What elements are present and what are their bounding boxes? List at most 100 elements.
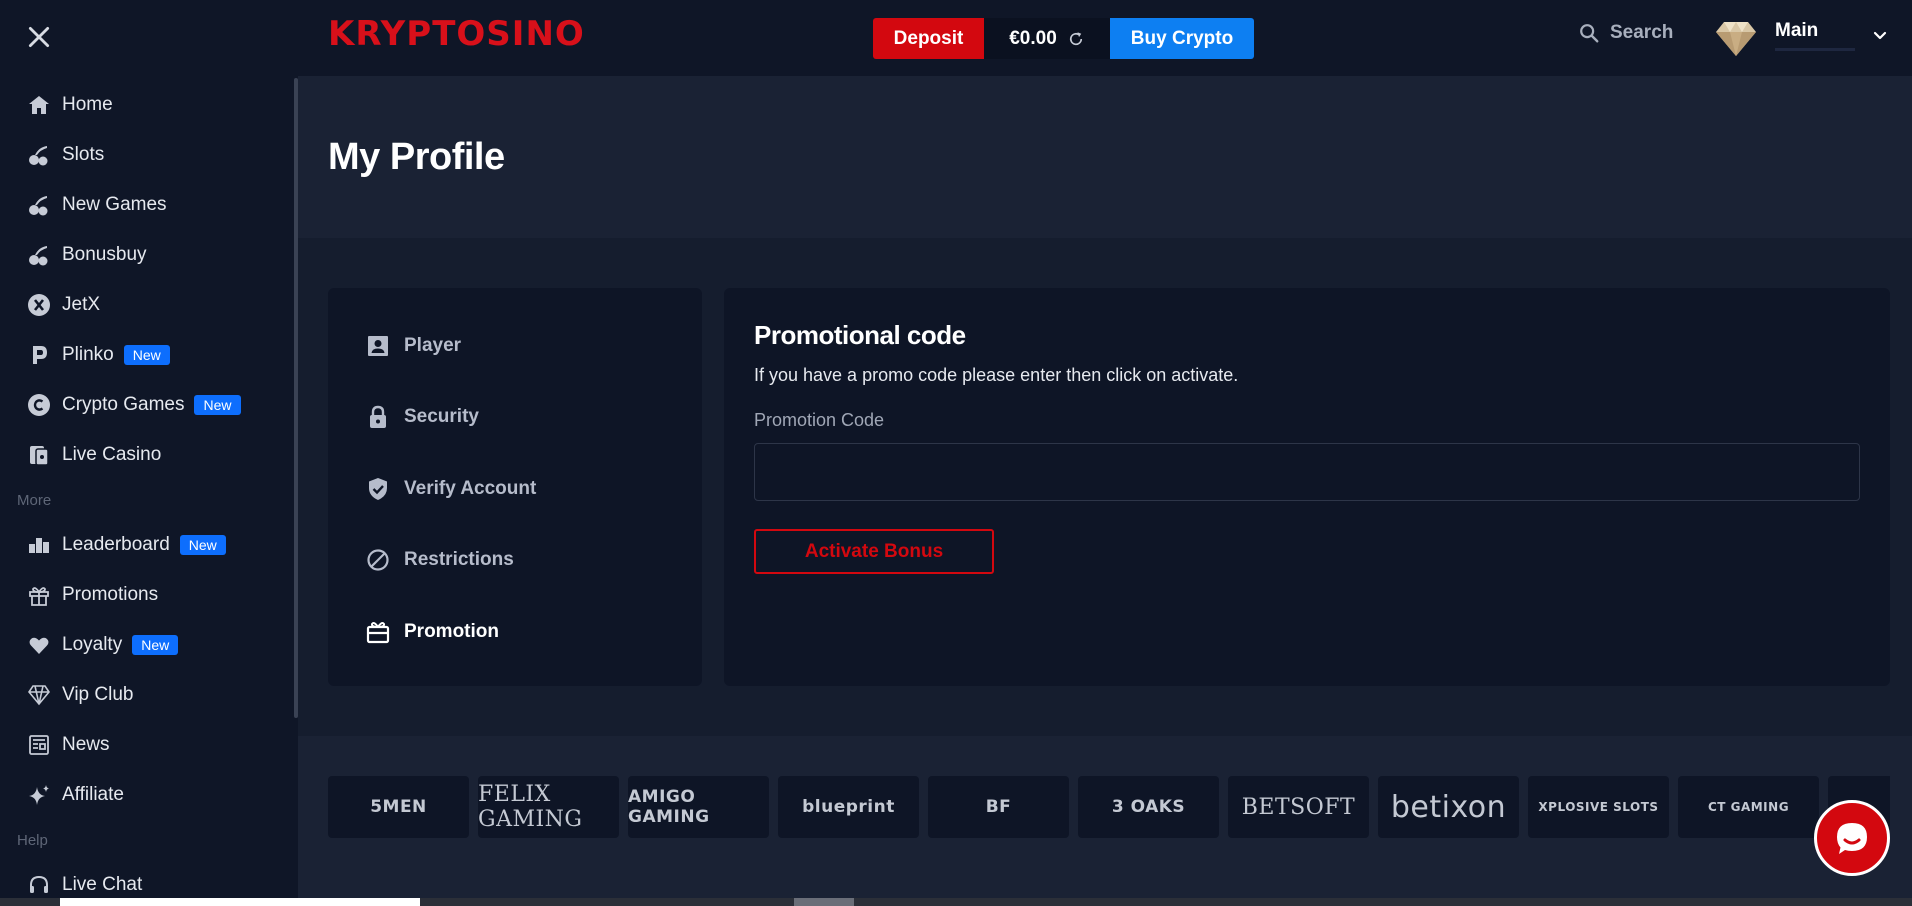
crypto-icon (26, 392, 52, 418)
sidebar-item-label: JetX (62, 294, 101, 315)
scrollbar-track-segment (60, 898, 420, 906)
gift-icon (26, 582, 52, 608)
refresh-icon[interactable] (1067, 30, 1085, 48)
search-button[interactable]: Search (1578, 22, 1673, 44)
balance-display: €0.00 (984, 18, 1110, 59)
profile-tab-promotion[interactable]: Promotion (328, 596, 702, 668)
promo-description: If you have a promo code please enter th… (754, 365, 1239, 385)
shield-check-icon (366, 477, 390, 501)
lock-icon (366, 405, 390, 429)
sidebar-item-affiliate[interactable]: Affiliate (0, 770, 290, 820)
provider-logo[interactable]: 5MEN (328, 776, 469, 838)
profile-tab-label: Restrictions (404, 549, 514, 571)
live-chat-button[interactable] (1814, 800, 1890, 876)
provider-logo[interactable]: 3 OAKS (1078, 776, 1219, 838)
profile-tab-label: Promotion (404, 620, 499, 642)
sidebar-item-slots[interactable]: Slots (0, 130, 290, 180)
sidebar-item-crypto-games[interactable]: Crypto Games New (0, 380, 290, 430)
account-menu[interactable]: Main (1775, 20, 1855, 51)
top-header: KRYPTOSINO Deposit €0.00 Buy Crypto Sear… (298, 0, 1912, 76)
profile-tab-label: Verify Account (404, 477, 537, 499)
page-header: My Profile (298, 78, 1912, 238)
jetx-icon (26, 292, 52, 318)
sidebar-item-plinko[interactable]: Plinko New (0, 330, 290, 380)
profile-tab-verify-account[interactable]: Verify Account (328, 453, 702, 525)
sidebar-item-new-games[interactable]: New Games (0, 180, 290, 230)
profile-tab-security[interactable]: Security (328, 382, 702, 454)
provider-logo[interactable]: BETSOFT (1228, 776, 1369, 838)
search-label: Search (1610, 22, 1674, 43)
site-logo[interactable]: KRYPTOSINO (328, 14, 585, 54)
provider-logo[interactable]: BF (928, 776, 1069, 838)
chevron-down-icon[interactable] (1872, 28, 1888, 44)
chat-bubble-icon (1837, 823, 1867, 854)
providers-carousel: 5MEN FELIX GAMING AMIGO GAMING blueprint… (328, 776, 1890, 838)
sidebar-item-promotions[interactable]: Promotions (0, 570, 290, 620)
promo-title: Promotional code (754, 320, 966, 350)
sidebar-nav: Home Slots New Games Bonusbuy JetX Plink… (0, 80, 290, 906)
wallet-bar: Deposit €0.00 Buy Crypto (873, 18, 1254, 59)
account-name: Main (1775, 20, 1819, 41)
sidebar-item-news[interactable]: News (0, 720, 290, 770)
sidebar-section-help: Help (17, 831, 48, 849)
cards-icon (26, 442, 52, 468)
profile-tab-restrictions[interactable]: Restrictions (328, 525, 702, 597)
diamond-icon (1716, 22, 1756, 56)
profile-tab-player[interactable]: Player (328, 310, 702, 382)
provider-logo[interactable]: betixon (1378, 776, 1519, 838)
new-badge: New (179, 535, 226, 555)
sidebar-item-label: Plinko (62, 344, 114, 365)
sidebar-item-vip-club[interactable]: Vip Club (0, 670, 290, 720)
sidebar-item-leaderboard[interactable]: Leaderboard New (0, 520, 290, 570)
close-sidebar-button[interactable] (26, 24, 52, 50)
page-title: My Profile (328, 136, 505, 178)
promo-code-input[interactable] (754, 443, 1860, 501)
sidebar-section-more: More (17, 491, 52, 509)
sidebar-item-label: News (62, 734, 110, 755)
profile-tab-label: Security (404, 406, 479, 428)
sidebar-item-live-casino[interactable]: Live Casino (0, 430, 290, 480)
provider-logo[interactable]: CT GAMING (1678, 776, 1819, 838)
sidebar-item-bonusbuy[interactable]: Bonusbuy (0, 230, 290, 280)
profile-menu: Player Security Verify Account Restricti… (328, 288, 702, 686)
provider-logo[interactable]: FELIX GAMING (478, 776, 619, 838)
cherries-icon (26, 242, 52, 268)
plinko-icon (26, 342, 52, 368)
sidebar-item-label: Loyalty (62, 634, 123, 655)
sidebar-item-loyalty[interactable]: Loyalty New (0, 620, 290, 670)
promo-code-panel: Promotional code If you have a promo cod… (724, 288, 1890, 686)
sidebar-item-label: Affiliate (62, 784, 124, 805)
gift-card-icon (366, 620, 390, 644)
deposit-button[interactable]: Deposit (873, 18, 984, 59)
profile-tab-label: Player (404, 334, 462, 356)
newspaper-icon (26, 732, 52, 758)
new-badge: New (132, 635, 179, 655)
provider-logo[interactable]: blueprint (778, 776, 919, 838)
promo-code-label: Promotion Code (754, 410, 885, 430)
provider-logo[interactable]: XPLOSIVE SLOTS (1528, 776, 1669, 838)
sidebar-item-label: Crypto Games (62, 394, 185, 415)
providers-section: 5MEN FELIX GAMING AMIGO GAMING blueprint… (298, 736, 1912, 906)
sparkle-icon (26, 782, 52, 808)
search-icon (1580, 24, 1599, 43)
cherries-icon (26, 192, 52, 218)
buy-crypto-button[interactable]: Buy Crypto (1110, 18, 1254, 59)
provider-logo[interactable]: AMIGO GAMING (628, 776, 769, 838)
vip-diamond-avatar[interactable] (1714, 18, 1758, 58)
block-icon (366, 548, 390, 572)
bar-chart-icon (26, 532, 52, 558)
bottom-scrollbar[interactable] (0, 898, 1912, 906)
user-card-icon (366, 334, 390, 358)
new-badge: New (194, 395, 241, 415)
activate-bonus-button[interactable]: Activate Bonus (754, 529, 994, 574)
cherries-icon (26, 142, 52, 168)
sidebar-item-label: Live Chat (62, 874, 143, 895)
heart-icon (26, 632, 52, 658)
headset-icon (26, 872, 52, 898)
sidebar-item-label: Live Casino (62, 444, 162, 465)
sidebar-item-label: Promotions (62, 584, 159, 605)
scrollbar-thumb[interactable] (794, 898, 854, 906)
sidebar-item-jetx[interactable]: JetX (0, 280, 290, 330)
new-badge: New (123, 345, 170, 365)
sidebar-item-home[interactable]: Home (0, 80, 290, 130)
